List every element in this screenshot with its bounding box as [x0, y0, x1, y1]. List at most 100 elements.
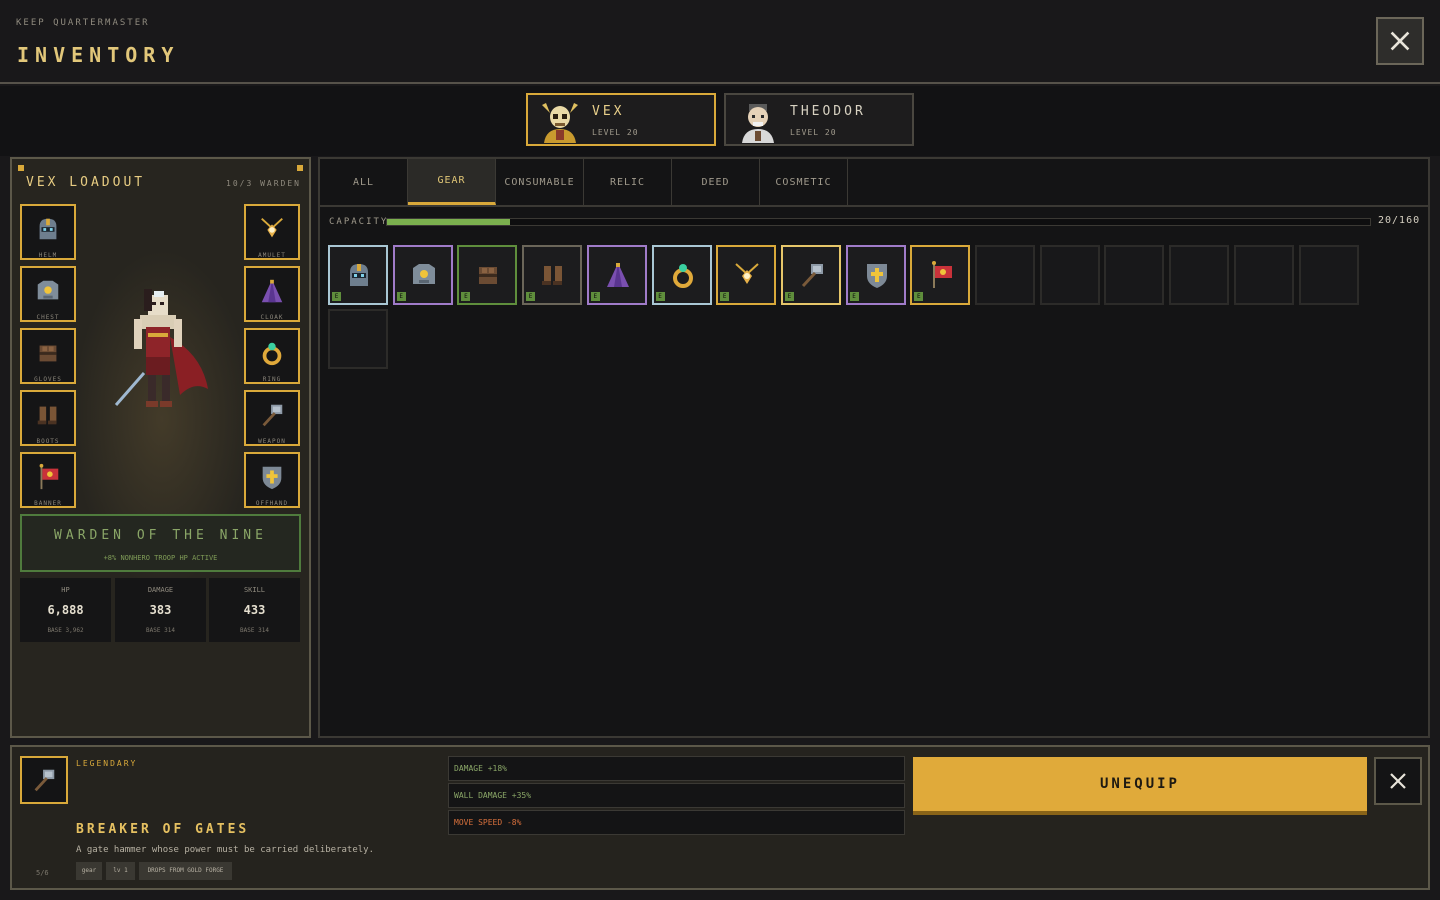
equip-slot-gloves[interactable]: GLOVES: [20, 328, 76, 384]
page-title: INVENTORY: [17, 43, 180, 67]
tab-all[interactable]: ALL: [320, 159, 408, 205]
gloves-icon: [34, 339, 62, 367]
slot-label: AMULET: [258, 252, 286, 259]
slot-label: CHEST: [36, 314, 60, 321]
hero-tab-theodor[interactable]: THEODOR LEVEL 20: [724, 93, 914, 146]
selected-item-slot: [20, 756, 68, 804]
shield-icon: [258, 463, 286, 491]
hero-name: THEODOR: [790, 104, 866, 119]
inventory-item[interactable]: E: [328, 245, 388, 305]
banner-icon: [34, 463, 62, 491]
stat-hp: HP 6,888 BASE 3,962: [20, 578, 111, 642]
tab-consumable[interactable]: CONSUMABLE: [496, 159, 584, 205]
inventory-item[interactable]: E: [586, 245, 647, 305]
equip-slot-weapon[interactable]: WEAPON: [244, 390, 300, 446]
equip-slot-cloak[interactable]: CLOAK: [244, 266, 300, 322]
inventory-item[interactable]: E: [910, 245, 971, 305]
slot-label: CLOAK: [260, 314, 284, 321]
hammer-icon: [797, 260, 827, 290]
helm-icon: [344, 260, 374, 290]
loadout-set-count: 10/3 WARDEN: [226, 179, 301, 188]
inventory-item[interactable]: E: [716, 245, 777, 305]
unequip-button[interactable]: UNEQUIP: [913, 757, 1367, 815]
slot-label: BANNER: [34, 500, 62, 507]
tab-cosmetic[interactable]: COSMETIC: [760, 159, 848, 205]
stat-label: HP: [61, 586, 70, 594]
panel-corner: [297, 165, 303, 171]
empty-inventory-slot[interactable]: [1233, 245, 1294, 305]
shield-icon: [862, 260, 892, 290]
empty-inventory-slot[interactable]: [328, 309, 388, 369]
close-icon: [1388, 771, 1408, 791]
empty-inventory-slot[interactable]: [1104, 245, 1165, 305]
hero-figure: [114, 289, 208, 407]
item-tag: lv 1: [106, 862, 135, 880]
panel-corner: [18, 165, 24, 171]
hero-name: VEX: [592, 104, 625, 119]
close-button[interactable]: [1376, 17, 1424, 65]
equipped-badge: E: [396, 292, 406, 301]
tab-relic[interactable]: RELIC: [584, 159, 672, 205]
boots-icon: [538, 260, 568, 290]
equip-slot-boots[interactable]: BOOTS: [20, 390, 76, 446]
capacity-label: CAPACITY: [329, 217, 389, 227]
empty-inventory-slot[interactable]: [975, 245, 1035, 305]
equipped-badge: E: [784, 292, 794, 301]
tab-gear[interactable]: GEAR: [408, 159, 496, 205]
equip-slot-ring[interactable]: RING: [244, 328, 300, 384]
chest-icon: [34, 277, 62, 305]
set-name: WARDEN OF THE NINE: [54, 528, 267, 543]
stat-skill: SKILL 433 BASE 314: [209, 578, 300, 642]
item-detail-bar: LEGENDARY BREAKER OF GATES A gate hammer…: [10, 745, 1430, 890]
equipped-badge: E: [526, 292, 536, 301]
empty-inventory-slot[interactable]: [1169, 245, 1230, 305]
empty-inventory-slot[interactable]: [1039, 245, 1100, 305]
equipped-badge: E: [590, 292, 600, 301]
slot-label: BOOTS: [36, 438, 60, 445]
equip-slot-amulet[interactable]: AMULET: [244, 204, 300, 260]
equip-slot-offhand[interactable]: OFFHAND: [244, 452, 300, 508]
item-count: 5/6: [36, 869, 49, 877]
banner-icon: [926, 260, 956, 290]
hero-level: LEVEL 20: [592, 128, 639, 137]
amulet-icon: [258, 215, 286, 243]
loadout-title: VEX LOADOUT: [26, 175, 146, 190]
inventory-item[interactable]: E: [457, 245, 518, 305]
ring-icon: [668, 260, 698, 290]
empty-inventory-slot[interactable]: [1298, 245, 1359, 305]
cloak-icon: [603, 260, 633, 290]
item-tag: DROPS FROM GOLD FORGE: [139, 862, 232, 880]
inventory-item[interactable]: E: [845, 245, 906, 305]
set-bonus-box: WARDEN OF THE NINE +8% NONHERO TROOP HP …: [20, 514, 301, 572]
stat-base: BASE 314: [146, 627, 175, 634]
inventory-panel: ALL GEAR CONSUMABLE RELIC DEED COSMETIC …: [318, 157, 1430, 738]
vex-portrait-icon: [542, 103, 578, 143]
ring-icon: [258, 339, 286, 367]
stat-value: 433: [243, 603, 266, 617]
inventory-item[interactable]: E: [780, 245, 841, 305]
category-tabs: ALL GEAR CONSUMABLE RELIC DEED COSMETIC: [320, 159, 1428, 207]
hero-level: LEVEL 20: [790, 128, 837, 137]
cloak-icon: [258, 277, 286, 305]
equip-slot-banner[interactable]: BANNER: [20, 452, 76, 508]
equip-slot-chest[interactable]: CHEST: [20, 266, 76, 322]
equipped-badge: E: [461, 292, 471, 301]
close-detail-button[interactable]: [1374, 757, 1422, 805]
equipped-badge: E: [655, 292, 665, 301]
item-name: BREAKER OF GATES: [76, 822, 250, 837]
capacity-bar: [386, 218, 1371, 226]
tab-deed[interactable]: DEED: [672, 159, 760, 205]
slot-label: WEAPON: [258, 438, 286, 445]
hero-tab-vex[interactable]: VEX LEVEL 20: [526, 93, 716, 146]
inventory-item[interactable]: E: [522, 245, 583, 305]
item-tag: gear: [76, 862, 102, 880]
equip-slot-helm[interactable]: HELM: [20, 204, 76, 260]
inventory-item[interactable]: E: [392, 245, 453, 305]
stat-damage: DAMAGE 383 BASE 314: [115, 578, 206, 642]
slot-label: HELM: [38, 252, 58, 259]
inventory-item[interactable]: E: [651, 245, 712, 305]
gloves-icon: [473, 260, 503, 290]
hammer-icon: [30, 766, 58, 794]
hammer-icon: [258, 401, 286, 429]
stat-base: BASE 3,962: [47, 627, 84, 634]
